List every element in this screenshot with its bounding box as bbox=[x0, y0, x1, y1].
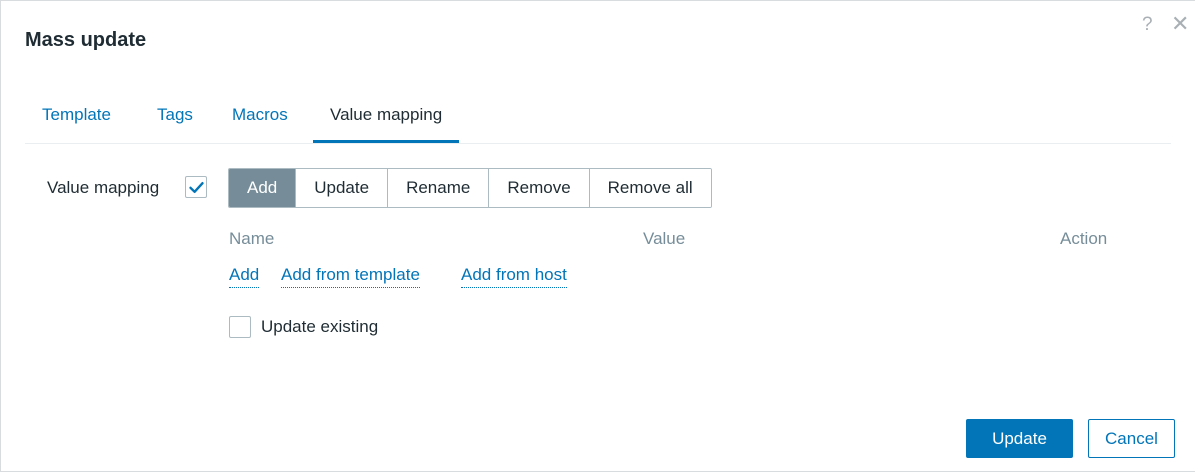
operation-add[interactable]: Add bbox=[229, 169, 297, 207]
close-icon[interactable]: ✕ bbox=[1171, 13, 1189, 35]
operation-selector: Add Update Rename Remove Remove all bbox=[228, 168, 712, 208]
add-from-host-link[interactable]: Add from host bbox=[461, 265, 567, 288]
value-mapping-checkbox[interactable] bbox=[185, 176, 207, 198]
operation-rename[interactable]: Rename bbox=[388, 169, 490, 207]
tab-template[interactable]: Template bbox=[25, 105, 128, 143]
tab-macros[interactable]: Macros bbox=[215, 105, 305, 143]
column-header-action: Action bbox=[1060, 229, 1108, 248]
checkmark-icon bbox=[189, 182, 204, 193]
update-button[interactable]: Update bbox=[966, 419, 1073, 458]
update-existing-checkbox[interactable] bbox=[229, 316, 251, 338]
operation-remove[interactable]: Remove bbox=[489, 169, 590, 207]
update-existing-label: Update existing bbox=[261, 317, 379, 336]
tab-tags[interactable]: Tags bbox=[140, 105, 210, 143]
operation-remove-all[interactable]: Remove all bbox=[589, 169, 711, 207]
value-mapping-label: Value mapping bbox=[47, 178, 160, 197]
help-icon[interactable]: ? bbox=[1142, 15, 1153, 34]
dialog-title: Mass update bbox=[25, 29, 147, 51]
add-link[interactable]: Add bbox=[229, 265, 260, 288]
tab-bar: Template Tags Macros Value mapping bbox=[25, 93, 1171, 144]
column-header-value: Value bbox=[643, 229, 686, 248]
tab-value-mapping[interactable]: Value mapping bbox=[313, 105, 460, 143]
cancel-button[interactable]: Cancel bbox=[1088, 419, 1175, 458]
column-header-name: Name bbox=[229, 229, 275, 248]
add-from-template-link[interactable]: Add from template bbox=[281, 265, 420, 288]
mass-update-dialog: Mass update ? ✕ Template Tags Macros Val… bbox=[0, 0, 1195, 472]
operation-update[interactable]: Update bbox=[296, 169, 389, 207]
